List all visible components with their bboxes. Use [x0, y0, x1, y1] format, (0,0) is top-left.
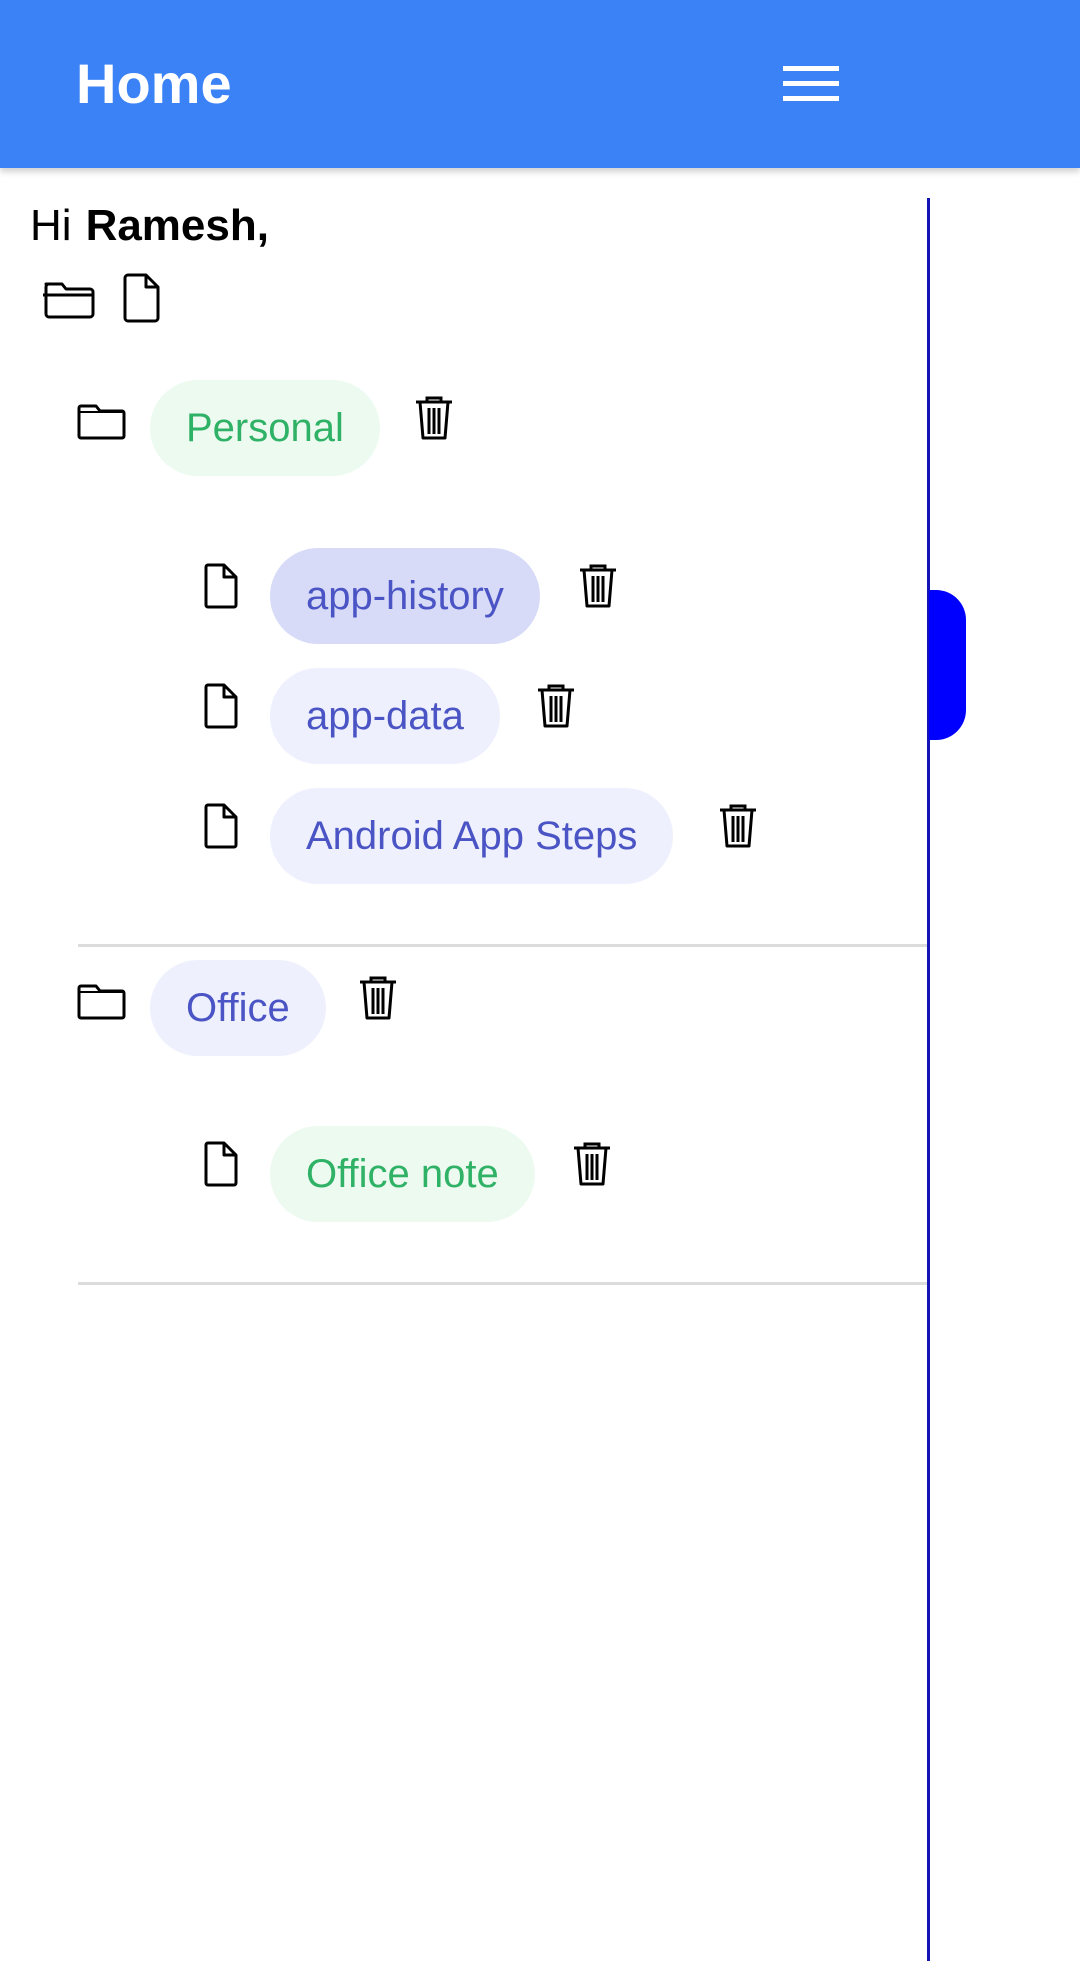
folder-icon	[76, 394, 128, 446]
note-icon	[198, 802, 246, 850]
delete-folder-button[interactable]	[412, 394, 456, 442]
folder-icon	[76, 974, 128, 1026]
note-chip-office-note[interactable]: Office note	[270, 1126, 535, 1222]
note-icon	[198, 1140, 246, 1188]
delete-note-button[interactable]	[534, 682, 578, 730]
note-chip-app-data[interactable]: app-data	[270, 668, 500, 764]
file-icon	[123, 273, 160, 323]
user-name: Ramesh,	[85, 201, 269, 250]
menu-button[interactable]	[770, 52, 850, 116]
drawer-handle[interactable]	[929, 590, 966, 740]
app-bar: Home	[0, 0, 1080, 168]
trash-icon	[416, 396, 452, 440]
note-chip-app-history[interactable]: app-history	[270, 548, 540, 644]
delete-note-button[interactable]	[716, 802, 760, 850]
delete-note-button[interactable]	[576, 562, 620, 610]
note-chip-android-app-steps[interactable]: Android App Steps	[270, 788, 674, 884]
add-note-button[interactable]	[114, 270, 170, 326]
folder-divider	[78, 1282, 928, 1285]
folder-chip-office[interactable]: Office	[150, 960, 326, 1056]
page-title: Home	[76, 52, 232, 115]
delete-folder-button[interactable]	[356, 974, 400, 1022]
greeting-prefix: Hi	[30, 201, 72, 250]
trash-icon	[538, 684, 574, 728]
note-icon	[198, 682, 246, 730]
trash-icon	[574, 1142, 610, 1186]
hamburger-menu-icon	[783, 66, 839, 101]
folder-open-icon	[43, 282, 95, 319]
trash-icon	[360, 976, 396, 1020]
note-icon	[198, 562, 246, 610]
trash-icon	[720, 804, 756, 848]
delete-note-button[interactable]	[570, 1140, 614, 1188]
folder-divider	[78, 944, 928, 947]
add-folder-button[interactable]	[40, 270, 96, 326]
greeting: Hi Ramesh,	[30, 198, 269, 254]
folder-chip-personal[interactable]: Personal	[150, 380, 380, 476]
drawer-edge	[927, 198, 930, 1961]
trash-icon	[580, 564, 616, 608]
